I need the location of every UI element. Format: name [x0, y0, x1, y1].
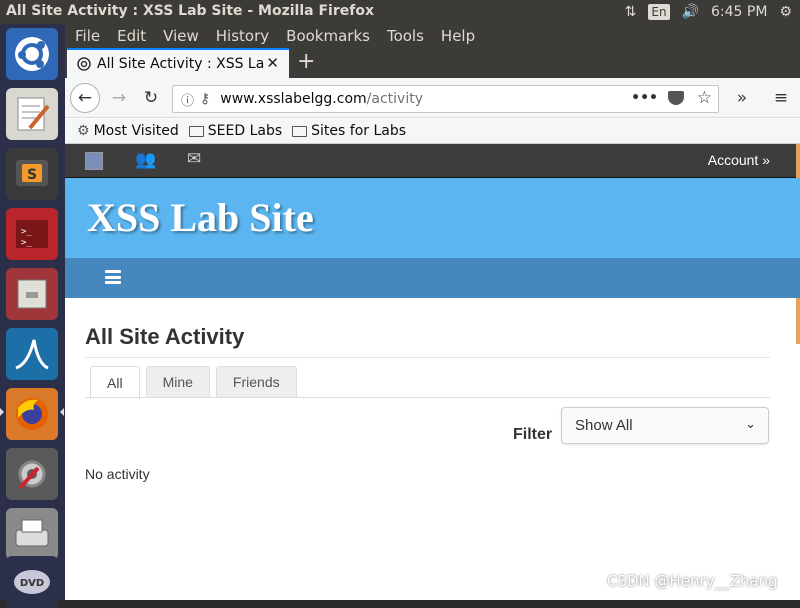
user-avatar-icon[interactable]: [85, 152, 103, 170]
system-top-panel: All Site Activity : XSS Lab Site - Mozil…: [0, 0, 800, 24]
folder-icon: [188, 125, 204, 137]
file-cabinet-icon[interactable]: [6, 268, 58, 320]
filter-label: Filter: [513, 426, 553, 443]
firefox-window: File Edit View History Bookmarks Tools H…: [65, 24, 800, 600]
tab-close-icon[interactable]: ✕: [266, 54, 279, 72]
filter-selected-value: Show All: [575, 417, 633, 434]
launcher-active-indicator: [0, 408, 4, 416]
tabs-divider: [85, 397, 770, 398]
overflow-chevron-icon[interactable]: »: [728, 84, 756, 112]
site-nav-bar: [65, 258, 800, 298]
bookmarks-toolbar: ⚙ Most Visited SEED Labs Sites for Labs: [65, 119, 800, 144]
site-favicon-icon: [77, 57, 91, 71]
watermark: CSDN @Henry__Zhang: [607, 572, 778, 590]
friends-icon[interactable]: 👥: [135, 150, 156, 170]
terminal-icon[interactable]: >_ >_: [6, 208, 58, 260]
network-updown-icon[interactable]: ⇅: [625, 4, 637, 20]
url-bar[interactable]: ⓘ ⚷ www.xsslabelgg.com/activity ••• ☆: [172, 85, 719, 113]
key-icon: ⚷: [200, 91, 211, 107]
forward-arrow-icon[interactable]: →: [105, 84, 133, 112]
scanner-icon[interactable]: [6, 508, 58, 560]
menu-edit[interactable]: Edit: [117, 27, 146, 45]
url-host: www.xsslabelgg.com: [220, 91, 367, 107]
bookmark-label: Most Visited: [93, 123, 179, 139]
unity-launcher: S >_ >_ DVD: [0, 24, 65, 608]
messages-envelope-icon[interactable]: ✉: [187, 149, 201, 169]
tab-all[interactable]: All: [90, 366, 140, 399]
menu-view[interactable]: View: [163, 27, 199, 45]
clock[interactable]: 6:45 PM: [711, 4, 767, 20]
volume-icon[interactable]: 🔊: [682, 4, 699, 20]
navigation-toolbar: ← → ↻ ⓘ ⚷ www.xsslabelgg.com/activity ••…: [65, 78, 800, 118]
svg-text:S: S: [27, 167, 37, 183]
page-actions-menu-icon[interactable]: •••: [631, 90, 658, 106]
system-tray: ⇅ En 🔊 6:45 PM ⚙: [625, 2, 792, 22]
new-tab-plus-icon[interactable]: +: [297, 49, 315, 74]
firefox-icon[interactable]: [6, 388, 58, 440]
bookmark-label: SEED Labs: [207, 123, 283, 139]
bookmark-sites-for-labs[interactable]: Sites for Labs: [292, 123, 406, 139]
site-header: XSS Lab Site: [65, 178, 800, 258]
hamburger-menu-icon[interactable]: ≡: [767, 84, 795, 112]
launcher-focus-indicator: [60, 408, 64, 416]
wireshark-icon[interactable]: [6, 328, 58, 380]
menu-tools[interactable]: Tools: [387, 27, 424, 45]
url-path: /activity: [366, 91, 423, 107]
menu-history[interactable]: History: [216, 27, 269, 45]
menu-bookmarks[interactable]: Bookmarks: [286, 27, 370, 45]
tab-friends[interactable]: Friends: [215, 366, 297, 397]
svg-text:DVD: DVD: [20, 578, 44, 589]
pocket-icon[interactable]: [668, 91, 684, 105]
bookmark-seed-labs[interactable]: SEED Labs: [188, 123, 283, 139]
chevron-down-icon: ⌄: [745, 416, 756, 431]
sublime-text-icon[interactable]: S: [6, 148, 58, 200]
browser-tab-active[interactable]: All Site Activity : XSS Lab Site ✕: [67, 48, 289, 78]
web-page: 👥 ✉ Account » XSS Lab Site All Site Acti…: [65, 144, 800, 600]
tab-title: All Site Activity : XSS Lab Site: [97, 56, 265, 72]
gear-icon: ⚙: [77, 123, 90, 139]
folder-icon: [292, 125, 308, 137]
empty-state-message: No activity: [85, 466, 150, 482]
ubuntu-dash-icon[interactable]: [6, 28, 58, 80]
account-menu-link[interactable]: Account »: [708, 152, 770, 168]
filter-select[interactable]: Show All ⌄: [561, 407, 769, 444]
menu-file[interactable]: File: [75, 27, 100, 45]
keyboard-language-indicator[interactable]: En: [648, 4, 670, 20]
window-title: All Site Activity : XSS Lab Site - Mozil…: [6, 3, 374, 19]
bookmark-label: Sites for Labs: [311, 123, 407, 139]
menu-bar: File Edit View History Bookmarks Tools H…: [65, 24, 800, 48]
page-title: All Site Activity: [85, 324, 245, 349]
reload-icon[interactable]: ↻: [137, 84, 165, 112]
dvd-icon[interactable]: DVD: [6, 556, 58, 608]
site-menu-hamburger-icon[interactable]: [105, 270, 121, 284]
bookmark-most-visited[interactable]: ⚙ Most Visited: [77, 123, 179, 139]
site-topbar: 👥 ✉ Account »: [65, 144, 800, 178]
back-arrow-icon[interactable]: ←: [70, 83, 100, 113]
settings-gear-icon[interactable]: ⚙: [779, 4, 792, 20]
system-settings-icon[interactable]: [6, 448, 58, 500]
menu-help[interactable]: Help: [441, 27, 475, 45]
url-text: www.xsslabelgg.com/activity: [220, 91, 423, 107]
tab-mine[interactable]: Mine: [145, 366, 210, 397]
text-editor-icon[interactable]: [6, 88, 58, 140]
activity-tabs: All Mine Friends: [90, 366, 297, 399]
heading-divider: [85, 357, 770, 358]
site-info-icon[interactable]: ⓘ: [181, 90, 194, 109]
svg-text:>_: >_: [21, 238, 32, 248]
svg-text:>_: >_: [21, 227, 32, 237]
tab-strip: All Site Activity : XSS Lab Site ✕ +: [65, 48, 800, 78]
bookmark-star-icon[interactable]: ☆: [697, 88, 712, 108]
site-title[interactable]: XSS Lab Site: [87, 194, 314, 241]
